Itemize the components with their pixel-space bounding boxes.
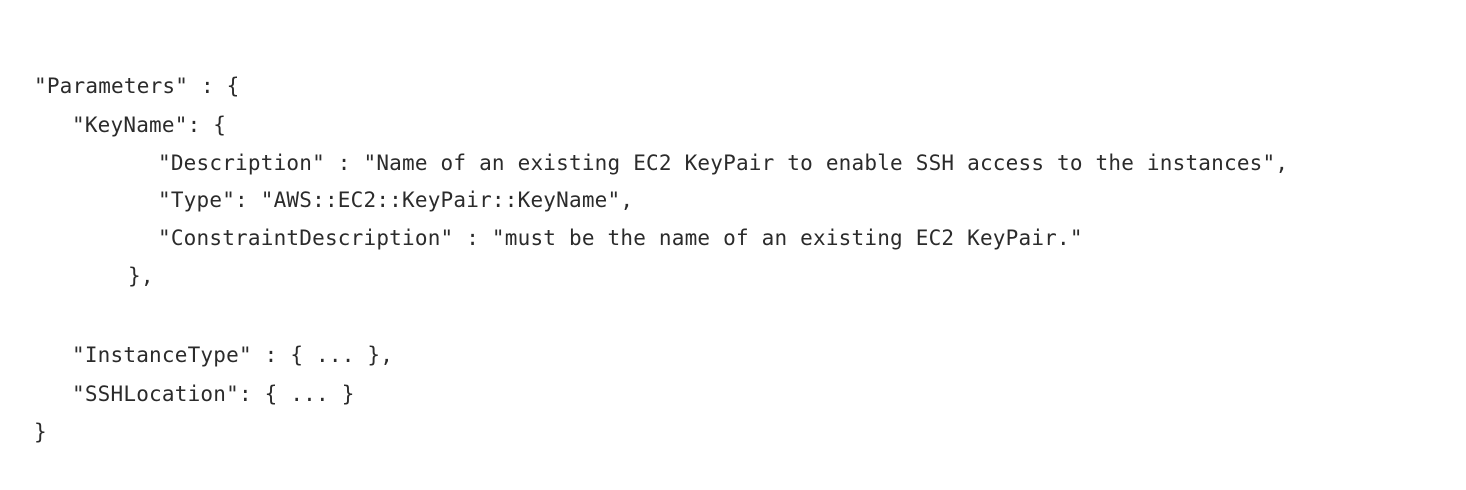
code-line-instancetype: "InstanceType" : { ... }, [72, 343, 394, 367]
code-line-parameters-close: } [34, 420, 47, 444]
code-line-description: "Description" : "Name of an existing EC2… [158, 151, 1289, 175]
code-line-constraint-description: "ConstraintDescription" : "must be the n… [158, 226, 1083, 250]
code-line-keyname-open: "KeyName": { [72, 113, 227, 137]
code-line-type: "Type": "AWS::EC2::KeyPair::KeyName", [158, 188, 634, 212]
code-line-sshlocation: "SSHLocation": { ... } [72, 382, 355, 406]
code-line-keyname-close: }, [128, 264, 154, 288]
code-snippet: "Parameters" : { "KeyName": { "Descripti… [0, 0, 1466, 490]
code-line-parameters-open: "Parameters" : { [34, 74, 240, 98]
